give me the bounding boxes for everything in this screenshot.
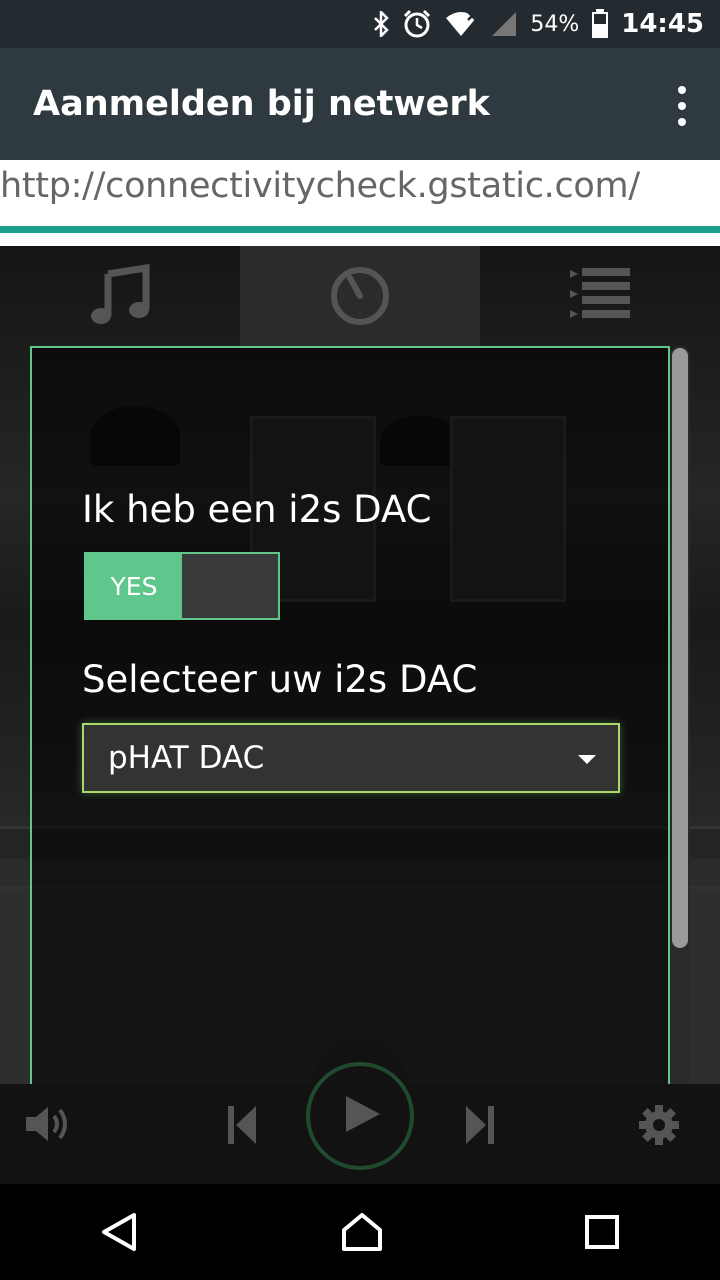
url-text: http://connectivitycheck.gstatic.com/ [0,166,640,206]
dac-toggle[interactable]: YES [84,552,280,620]
tab-playlist[interactable] [480,246,720,346]
page-title: Aanmelden bij netwerk [33,84,490,124]
status-bar: 54% 14:45 [0,0,720,48]
music-note-icon [91,264,150,324]
dac-select-value: pHAT DAC [108,740,265,776]
chevron-down-icon [578,755,596,764]
back-icon[interactable] [100,1212,140,1252]
bluetooth-icon [372,11,390,37]
toggle-off-area [182,554,278,618]
next-icon[interactable] [464,1104,496,1146]
scrollbar-thumb[interactable] [672,348,688,948]
clock: 14:45 [621,9,704,39]
dac-select[interactable]: pHAT DAC [82,723,620,793]
dac-question-label: Ik heb een i2s DAC [82,488,432,531]
timer-icon [331,267,389,325]
more-vert-icon[interactable] [670,86,694,126]
app-bar: Aanmelden bij netwerk [0,48,720,160]
web-content: Ik heb een i2s DAC YES Selecteer uw i2s … [0,246,720,1084]
dac-settings-panel: Ik heb een i2s DAC YES Selecteer uw i2s … [30,346,670,1084]
recents-icon[interactable] [584,1214,620,1250]
battery-percentage: 54% [530,11,580,37]
tab-timer[interactable] [240,246,480,346]
tab-bar [0,246,720,346]
url-bar: http://connectivitycheck.gstatic.com/ [0,160,720,246]
home-icon[interactable] [340,1212,384,1252]
wifi-icon [444,10,478,38]
battery-icon [591,9,609,39]
settings-gear-icon[interactable] [638,1104,680,1146]
previous-icon[interactable] [226,1104,258,1146]
playlist-icon [570,268,630,318]
system-nav-bar [0,1184,720,1280]
signal-icon [490,10,518,38]
scrollbar[interactable] [670,346,690,1084]
dac-select-label: Selecteer uw i2s DAC [82,658,478,701]
volume-icon[interactable] [24,1104,70,1144]
alarm-icon [402,9,432,39]
tab-music[interactable] [0,246,240,346]
loading-progress-bar [0,226,720,233]
toggle-on-label: YES [86,554,182,618]
play-button[interactable] [306,1036,414,1170]
